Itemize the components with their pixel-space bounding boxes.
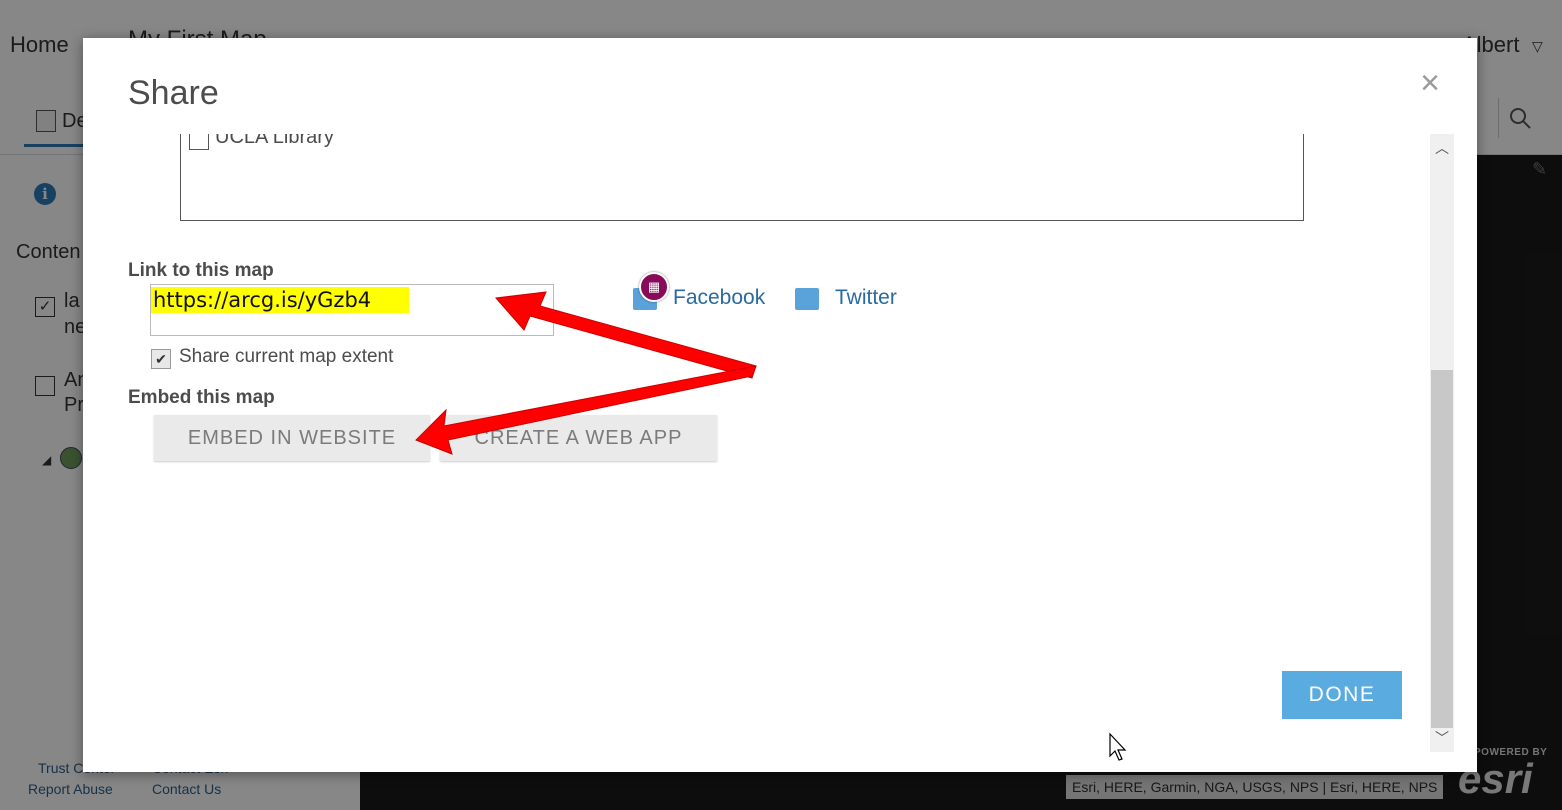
embed-section-label: Embed this map [128, 387, 275, 408]
scroll-down-icon[interactable]: ﹀ [1430, 728, 1454, 752]
mouse-cursor-icon [1109, 732, 1127, 761]
done-button[interactable]: DONE [1282, 671, 1402, 719]
facebook-link[interactable]: Facebook [673, 286, 765, 310]
create-web-app-button[interactable]: CREATE A WEB APP [440, 415, 717, 461]
link-section-label: Link to this map [128, 260, 274, 281]
group-checkbox[interactable] [189, 134, 209, 150]
embed-in-website-button[interactable]: EMBED IN WEBSITE [154, 415, 430, 461]
dialog-scrollbar[interactable]: ︿ ﹀ [1430, 134, 1454, 752]
share-dialog: Share × UCLA Library Link to this map ht… [83, 38, 1477, 772]
group-label: UCLA Library [215, 134, 334, 148]
dialog-title: Share [128, 74, 219, 112]
twitter-icon [795, 288, 819, 310]
share-link-field[interactable]: https://arcg.is/yGzb4 [150, 284, 554, 336]
share-link-value: https://arcg.is/yGzb4 [151, 287, 410, 313]
twitter-link[interactable]: Twitter [835, 286, 897, 310]
share-extent-checkbox[interactable]: ✔ [151, 349, 171, 369]
share-extent-label: Share current map extent [179, 346, 394, 367]
dialog-body: UCLA Library Link to this map https://ar… [83, 134, 1477, 764]
groups-list[interactable]: UCLA Library [180, 134, 1304, 221]
extension-badge-icon: ▦ [639, 272, 669, 302]
scroll-up-icon[interactable]: ︿ [1430, 134, 1454, 158]
close-icon[interactable]: × [1417, 66, 1443, 100]
scroll-thumb[interactable] [1431, 370, 1453, 728]
